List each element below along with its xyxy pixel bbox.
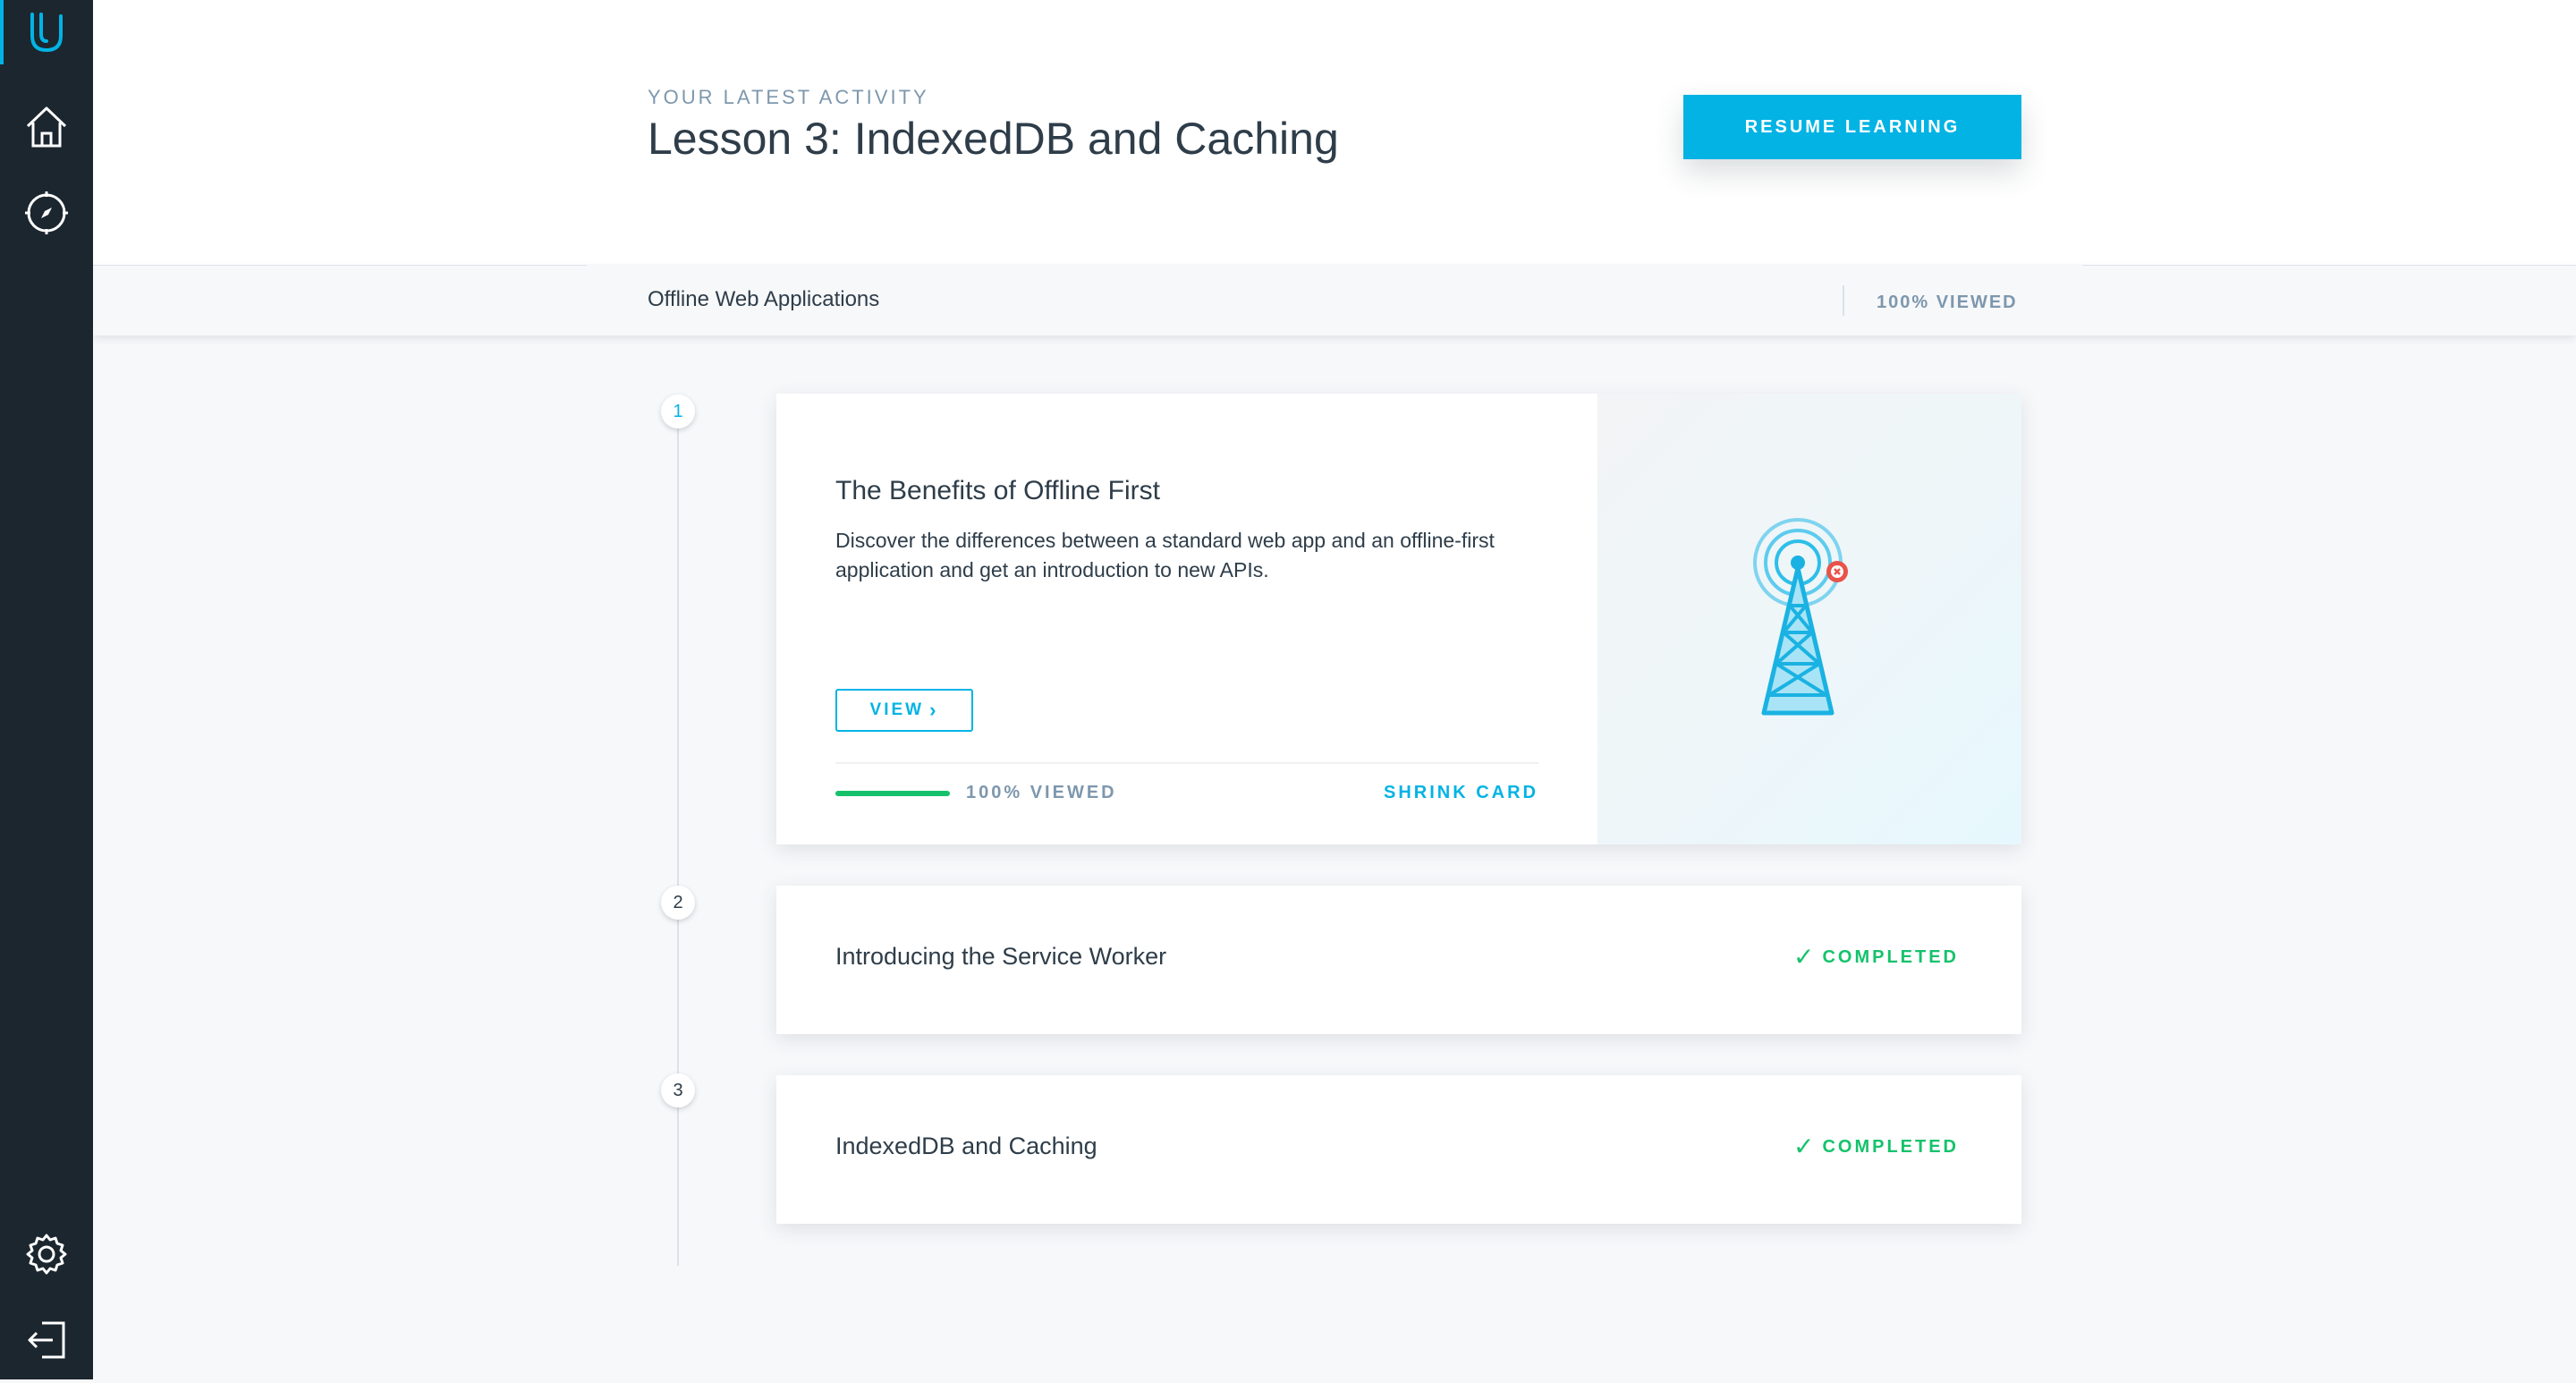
active-indicator [0,0,4,64]
resume-learning-button[interactable]: RESUME LEARNING [1683,95,2021,159]
lesson-title: Introducing the Service Worker [835,943,1167,970]
status-label: COMPLETED [1822,1136,1959,1157]
step-number-2: 2 [661,886,695,920]
checkmark-icon: ✓ [1792,1133,1818,1160]
page-title: Lesson 3: IndexedDB and Caching [648,114,1339,164]
lesson-illustration [1597,394,2021,844]
lesson-card-2[interactable]: Introducing the Service Worker ✓ COMPLET… [776,886,2021,1034]
udacity-logo-icon[interactable] [0,0,93,64]
progress-fill [835,791,950,796]
course-title[interactable]: Offline Web Applications [648,287,879,312]
checkmark-icon: ✓ [1792,943,1818,971]
timeline-line [677,412,679,1266]
lesson-card-expanded: The Benefits of Offline First Discover t… [776,394,2021,844]
completed-status: ✓ COMPLETED [1793,1134,1959,1159]
lesson-description: Discover the differences between a stand… [835,529,1495,581]
lesson-card-3[interactable]: IndexedDB and Caching ✓ COMPLETED [776,1075,2021,1224]
divider [835,762,1538,764]
divider [1843,285,1844,316]
compass-icon[interactable] [0,170,93,256]
lesson-card-body: The Benefits of Offline First Discover t… [776,394,1597,844]
status-label: COMPLETED [1822,946,1959,967]
lesson-title: The Benefits of Offline First [835,476,1160,505]
chevron-right-icon: › [929,699,939,721]
lesson-title: IndexedDB and Caching [835,1133,1097,1159]
latest-activity-label: YOUR LATEST ACTIVITY [648,86,929,108]
page-header: YOUR LATEST ACTIVITY Lesson 3: IndexedDB… [93,0,2576,265]
progress-bar [835,791,950,796]
completed-status: ✓ COMPLETED [1793,945,1959,970]
view-label: VIEW [869,700,925,719]
offline-tower-icon [1753,518,1848,716]
main-content: YOUR LATEST ACTIVITY Lesson 3: IndexedDB… [93,0,2576,1379]
sidebar [0,0,93,1379]
course-bar: Offline Web Applications 100% VIEWED [93,264,2576,335]
course-progress-label: 100% VIEWED [1877,293,2018,312]
logout-icon[interactable] [0,1297,93,1383]
step-number-1: 1 [661,395,695,428]
step-number-3: 3 [661,1073,695,1107]
course-bar-highlight [587,264,2082,267]
view-button[interactable]: VIEW › [835,689,973,732]
shrink-card-link[interactable]: SHRINK CARD [1384,783,1538,803]
settings-icon[interactable] [0,1211,93,1297]
progress-label: 100% VIEWED [966,783,1117,802]
home-icon[interactable] [0,84,93,170]
